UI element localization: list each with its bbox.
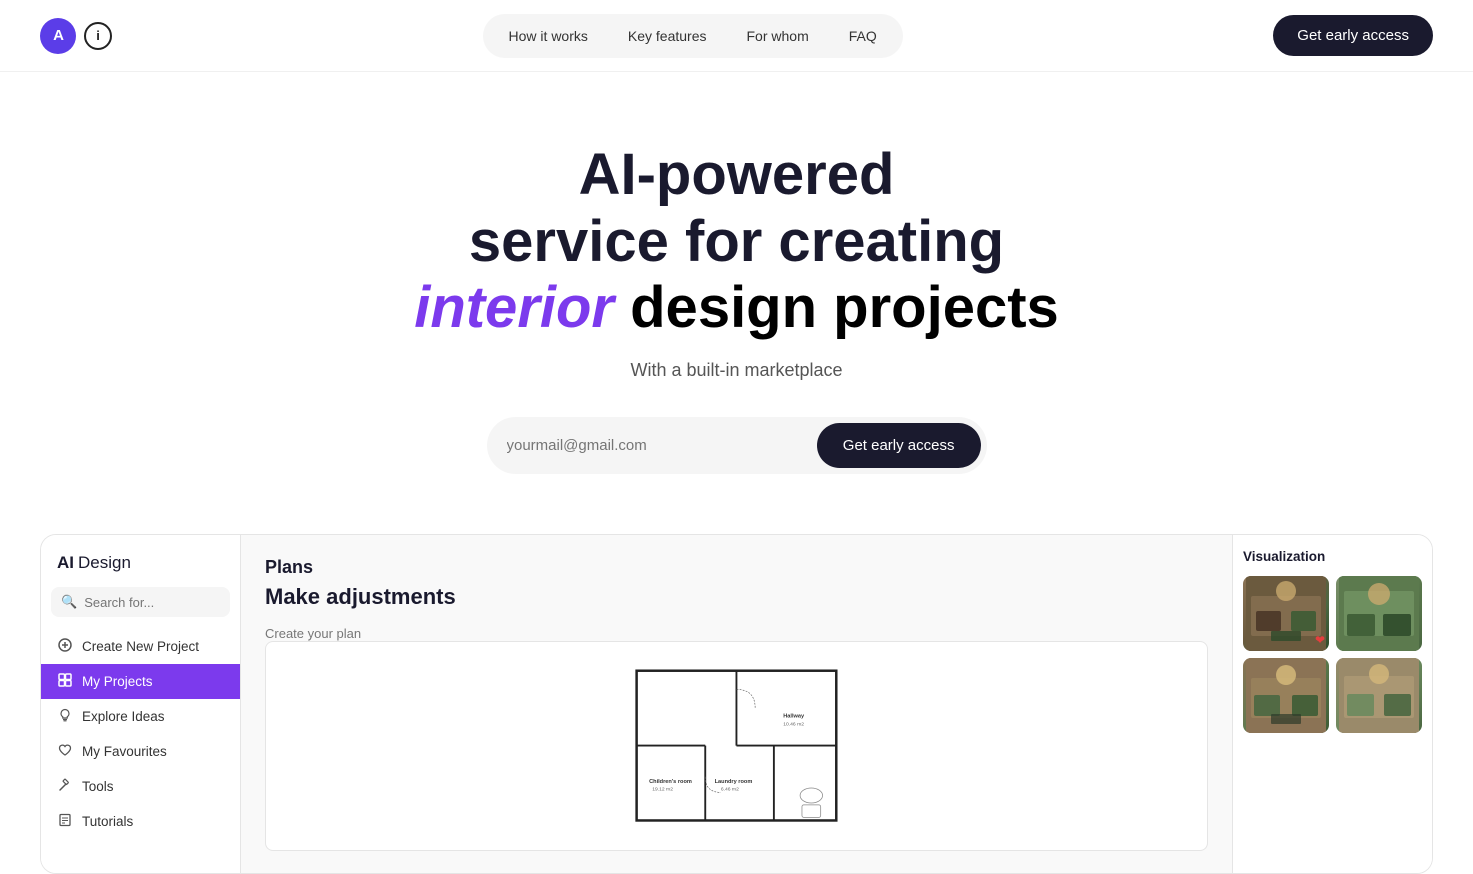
sidebar: AI Design 🔍 Create New Project: [41, 535, 241, 873]
hero-subtitle: With a built-in marketplace: [40, 360, 1433, 381]
viz-thumb-1[interactable]: ❤: [1243, 576, 1329, 651]
svg-text:Laundry room: Laundry room: [715, 780, 753, 786]
search-input[interactable]: [84, 595, 220, 610]
main-section-title: Plans: [265, 557, 1208, 578]
search-icon: 🔍: [61, 594, 77, 610]
sidebar-item-label: Explore Ideas: [82, 709, 165, 724]
lightbulb-icon: [57, 708, 73, 725]
tools-icon: [57, 778, 73, 795]
sidebar-item-label: Create New Project: [82, 639, 199, 654]
floorplan-svg: Hallway 10.46 m2 Children's room 19.12 m…: [313, 652, 1160, 839]
main-content-desc: Create your plan: [265, 626, 1208, 641]
hero-title-interior: interior: [414, 275, 614, 340]
sidebar-item-tutorials[interactable]: Tutorials: [41, 804, 240, 839]
hero-cta-button[interactable]: Get early access: [817, 423, 981, 468]
navbar: A i How it works Key features For whom F…: [0, 0, 1473, 72]
hero-section: AI-powered service for creating interior…: [0, 72, 1473, 534]
hero-title: AI-powered service for creating interior…: [40, 142, 1433, 342]
viz-title: Visualization: [1243, 549, 1422, 564]
svg-text:Children's room: Children's room: [649, 780, 692, 786]
logo-circle: A: [40, 18, 76, 54]
book-icon: [57, 813, 73, 830]
svg-text:19.12 m2: 19.12 m2: [652, 787, 673, 793]
sidebar-logo-design: Design: [78, 553, 131, 573]
heart-icon: [57, 743, 73, 760]
viz-thumb-4[interactable]: [1336, 658, 1422, 733]
nav-link-faq[interactable]: FAQ: [831, 20, 895, 52]
nav-link-key-features[interactable]: Key features: [610, 20, 725, 52]
sidebar-item-label: Tutorials: [82, 814, 133, 829]
nav-link-how-it-works[interactable]: How it works: [491, 20, 606, 52]
sidebar-item-label: Tools: [82, 779, 114, 794]
projects-icon: [57, 673, 73, 690]
main-content: Plans Make adjustments Create your plan …: [241, 535, 1232, 873]
hero-title-line1: AI-powered: [40, 142, 1433, 209]
hero-title-line3: interior design projects: [40, 275, 1433, 342]
sidebar-item-my-favourites[interactable]: My Favourites: [41, 734, 240, 769]
viz-grid: ❤: [1243, 576, 1422, 733]
hero-form: Get early access: [487, 417, 987, 474]
heart-badge-1: ❤: [1315, 633, 1325, 647]
email-input[interactable]: [507, 429, 817, 462]
sidebar-item-label: My Projects: [82, 674, 153, 689]
sidebar-search-box: 🔍: [51, 587, 230, 617]
nav-logo: A i: [40, 18, 112, 54]
sidebar-item-explore-ideas[interactable]: Explore Ideas: [41, 699, 240, 734]
hero-title-line2: service for creating: [40, 209, 1433, 276]
nav-links: How it works Key features For whom FAQ: [483, 14, 903, 58]
visualization-panel: Visualization ❤: [1232, 535, 1432, 873]
sidebar-item-create-new-project[interactable]: Create New Project: [41, 629, 240, 664]
svg-text:10.46 m2: 10.46 m2: [783, 722, 804, 728]
viz-thumb-3[interactable]: [1243, 658, 1329, 733]
svg-text:6.46 m2: 6.46 m2: [721, 787, 739, 793]
sidebar-item-label: My Favourites: [82, 744, 167, 759]
app-section: AI Design 🔍 Create New Project: [40, 534, 1433, 874]
plus-circle-icon: [57, 638, 73, 655]
svg-text:Hallway: Hallway: [783, 714, 805, 720]
viz-thumb-2[interactable]: [1336, 576, 1422, 651]
floorplan-area: Hallway 10.46 m2 Children's room 19.12 m…: [265, 641, 1208, 851]
main-subtitle-row: Make adjustments: [265, 584, 1208, 610]
nav-link-for-whom[interactable]: For whom: [729, 20, 827, 52]
sidebar-logo-ai: AI: [57, 553, 74, 573]
hero-title-design: design projects: [614, 275, 1059, 340]
logo-info-icon: i: [84, 22, 112, 50]
main-content-title: Make adjustments: [265, 584, 456, 610]
sidebar-item-tools[interactable]: Tools: [41, 769, 240, 804]
sidebar-item-my-projects[interactable]: My Projects: [41, 664, 240, 699]
sidebar-logo: AI Design: [41, 553, 240, 587]
nav-cta-button[interactable]: Get early access: [1273, 15, 1433, 56]
